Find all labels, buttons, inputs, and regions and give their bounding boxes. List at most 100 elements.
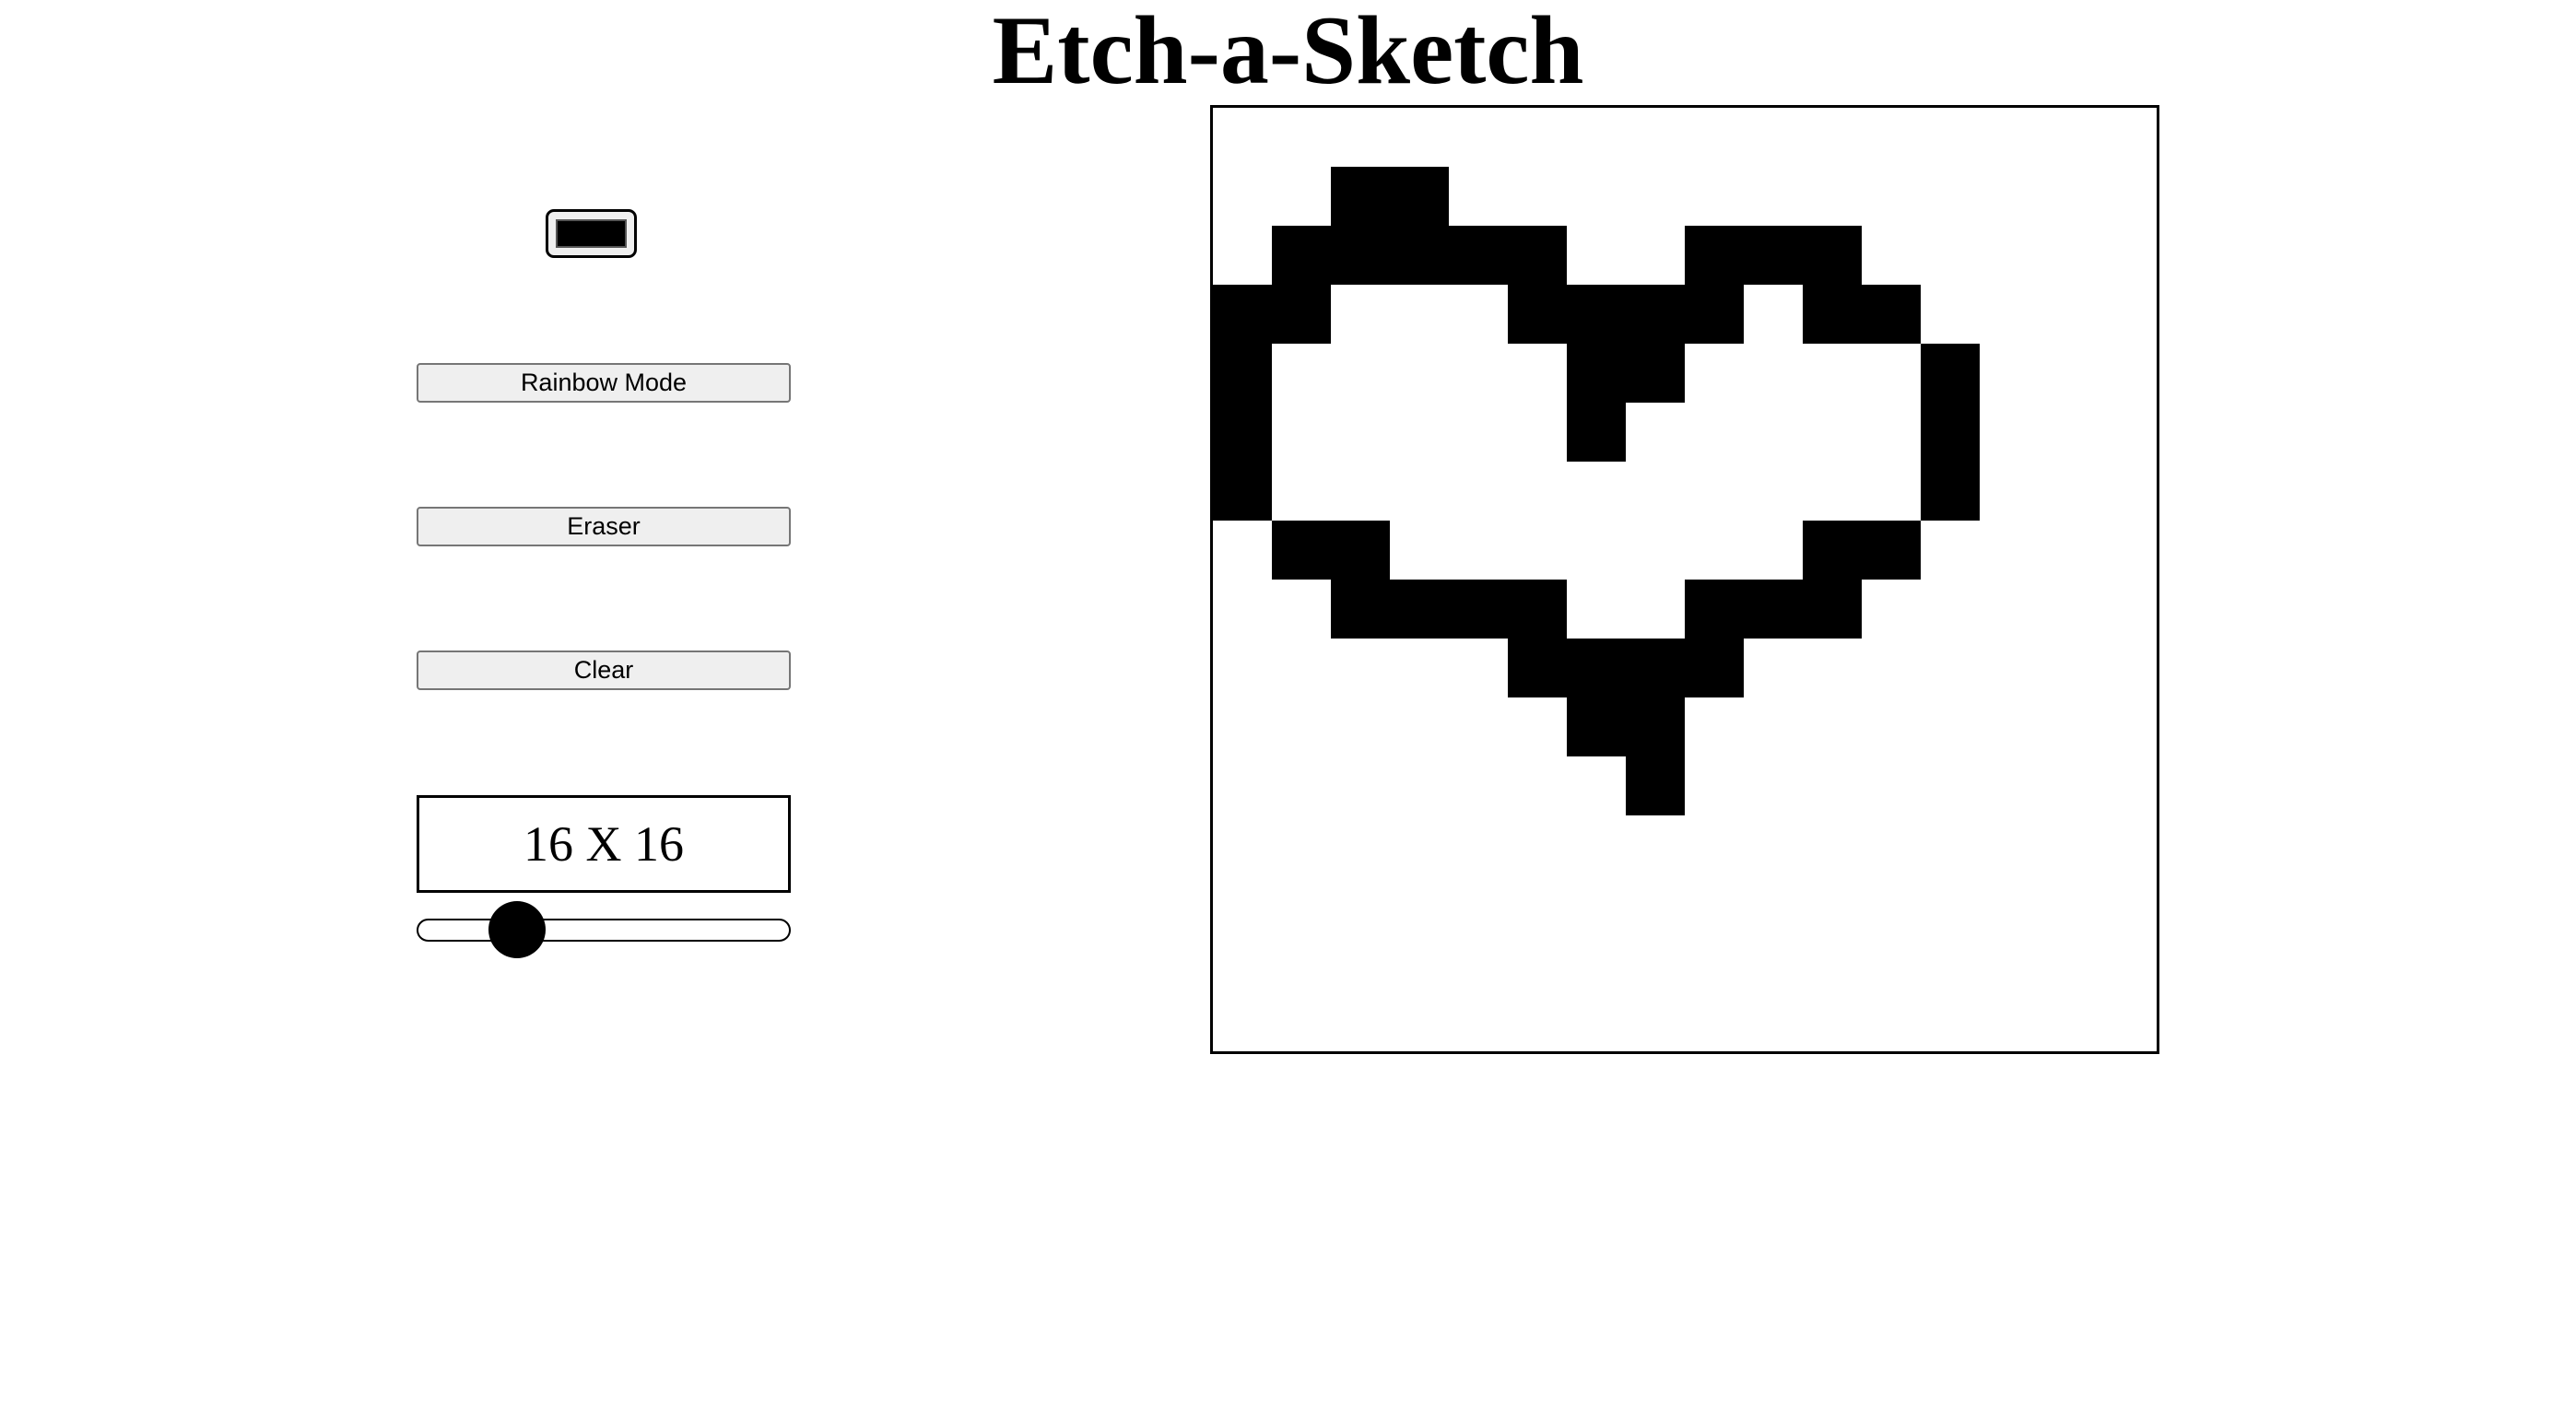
grid-cell[interactable]: [1626, 992, 1685, 1051]
grid-cell[interactable]: [1980, 108, 2039, 167]
grid-cell[interactable]: [1390, 108, 1449, 167]
grid-cell[interactable]: [1803, 992, 1862, 1051]
grid-cell[interactable]: [2039, 639, 2098, 697]
grid-cell[interactable]: [1803, 874, 1862, 933]
grid-cell[interactable]: [1331, 462, 1390, 521]
grid-cell[interactable]: [1331, 697, 1390, 756]
grid-cell[interactable]: [1449, 344, 1508, 403]
grid-cell[interactable]: [1213, 756, 1272, 815]
grid-cell[interactable]: [2039, 521, 2098, 580]
grid-cell[interactable]: [1213, 462, 1272, 521]
grid-cell[interactable]: [1685, 108, 1744, 167]
grid-cell[interactable]: [1980, 756, 2039, 815]
grid-cell[interactable]: [1331, 992, 1390, 1051]
grid-cell[interactable]: [1980, 462, 2039, 521]
grid-cell[interactable]: [1744, 874, 1803, 933]
grid-cell[interactable]: [1508, 933, 1567, 992]
grid-cell[interactable]: [1331, 167, 1390, 226]
grid-cell[interactable]: [1921, 521, 1980, 580]
grid-cell[interactable]: [1390, 874, 1449, 933]
grid-cell[interactable]: [1567, 344, 1626, 403]
grid-cell[interactable]: [1213, 285, 1272, 344]
grid-cell[interactable]: [1449, 697, 1508, 756]
grid-cell[interactable]: [1567, 992, 1626, 1051]
grid-cell[interactable]: [1980, 815, 2039, 874]
grid-cell[interactable]: [1567, 874, 1626, 933]
grid-cell[interactable]: [1449, 815, 1508, 874]
grid-cell[interactable]: [1921, 992, 1980, 1051]
grid-cell[interactable]: [1626, 580, 1685, 639]
grid-cell[interactable]: [1390, 639, 1449, 697]
grid-cell[interactable]: [2039, 403, 2098, 462]
grid-cell[interactable]: [1921, 756, 1980, 815]
grid-cell[interactable]: [1390, 403, 1449, 462]
grid-cell[interactable]: [1213, 580, 1272, 639]
grid-cell[interactable]: [1449, 992, 1508, 1051]
grid-cell[interactable]: [1390, 521, 1449, 580]
grid-cell[interactable]: [1744, 285, 1803, 344]
grid-cell[interactable]: [1921, 285, 1980, 344]
grid-cell[interactable]: [1213, 874, 1272, 933]
eraser-button[interactable]: Eraser: [417, 507, 791, 546]
grid-cell[interactable]: [2098, 697, 2157, 756]
grid-cell[interactable]: [2098, 639, 2157, 697]
grid-cell[interactable]: [1685, 344, 1744, 403]
grid-cell[interactable]: [1213, 521, 1272, 580]
grid-cell[interactable]: [1803, 167, 1862, 226]
grid-cell[interactable]: [1331, 815, 1390, 874]
grid-cell[interactable]: [1449, 403, 1508, 462]
grid-cell[interactable]: [2098, 462, 2157, 521]
grid-cell[interactable]: [1744, 815, 1803, 874]
grid-cell[interactable]: [2098, 285, 2157, 344]
grid-cell[interactable]: [1567, 226, 1626, 285]
grid-cell[interactable]: [1331, 403, 1390, 462]
grid-cell[interactable]: [1803, 403, 1862, 462]
grid-cell[interactable]: [1508, 874, 1567, 933]
grid-cell[interactable]: [1862, 992, 1921, 1051]
grid-cell[interactable]: [1567, 403, 1626, 462]
grid-cell[interactable]: [1567, 580, 1626, 639]
grid-cell[interactable]: [1685, 403, 1744, 462]
grid-cell[interactable]: [1390, 933, 1449, 992]
grid-cell[interactable]: [1567, 462, 1626, 521]
grid-cell[interactable]: [1508, 285, 1567, 344]
grid-cell[interactable]: [2098, 521, 2157, 580]
grid-cell[interactable]: [1685, 226, 1744, 285]
grid-cell[interactable]: [1744, 992, 1803, 1051]
grid-cell[interactable]: [1921, 580, 1980, 639]
grid-cell[interactable]: [1449, 462, 1508, 521]
grid-cell[interactable]: [1980, 344, 2039, 403]
grid-cell[interactable]: [1921, 403, 1980, 462]
grid-cell[interactable]: [1508, 108, 1567, 167]
grid-cell[interactable]: [1980, 992, 2039, 1051]
grid-cell[interactable]: [1508, 521, 1567, 580]
grid-cell[interactable]: [2039, 108, 2098, 167]
grid-cell[interactable]: [1449, 521, 1508, 580]
grid-cell[interactable]: [1626, 462, 1685, 521]
grid-cell[interactable]: [2039, 462, 2098, 521]
grid-cell[interactable]: [1626, 521, 1685, 580]
grid-cell[interactable]: [1921, 639, 1980, 697]
grid-cell[interactable]: [1449, 933, 1508, 992]
grid-cell[interactable]: [1744, 403, 1803, 462]
grid-cell[interactable]: [1272, 344, 1331, 403]
grid-cell[interactable]: [1980, 697, 2039, 756]
grid-cell[interactable]: [1744, 580, 1803, 639]
grid-cell[interactable]: [1685, 874, 1744, 933]
grid-cell[interactable]: [2039, 815, 2098, 874]
grid-cell[interactable]: [1449, 580, 1508, 639]
grid-cell[interactable]: [2098, 756, 2157, 815]
grid-cell[interactable]: [1626, 933, 1685, 992]
grid-size-slider-thumb[interactable]: [488, 901, 547, 958]
grid-cell[interactable]: [2098, 167, 2157, 226]
grid-cell[interactable]: [1803, 108, 1862, 167]
grid-cell[interactable]: [2039, 697, 2098, 756]
grid-cell[interactable]: [1272, 756, 1331, 815]
grid-size-slider[interactable]: [417, 919, 791, 942]
grid-cell[interactable]: [1213, 933, 1272, 992]
grid-cell[interactable]: [1272, 167, 1331, 226]
grid-cell[interactable]: [1980, 874, 2039, 933]
grid-cell[interactable]: [1980, 167, 2039, 226]
grid-cell[interactable]: [1213, 167, 1272, 226]
rainbow-mode-button[interactable]: Rainbow Mode: [417, 363, 791, 403]
